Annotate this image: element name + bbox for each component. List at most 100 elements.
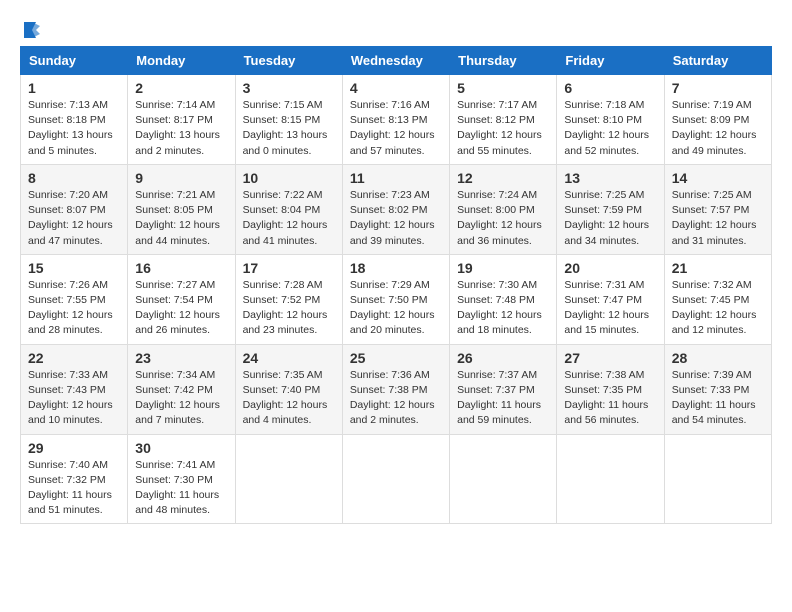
calendar-cell: 14 Sunrise: 7:25 AMSunset: 7:57 PMDayligh… [664,164,771,254]
day-info: Sunrise: 7:14 AMSunset: 8:17 PMDaylight:… [135,98,227,159]
day-info: Sunrise: 7:13 AMSunset: 8:18 PMDaylight:… [28,98,120,159]
calendar-header-sunday: Sunday [21,47,128,75]
day-number: 17 [243,260,335,276]
calendar-cell: 12Sunrise: 7:24 AMSunset: 8:00 PMDayligh… [450,164,557,254]
calendar-cell: 28 Sunrise: 7:39 AMSunset: 7:33 PMDayligh… [664,344,771,434]
calendar-week-row: 8 Sunrise: 7:20 AMSunset: 8:07 PMDaylight… [21,164,772,254]
calendar-cell: 13 Sunrise: 7:25 AMSunset: 7:59 PMDayligh… [557,164,664,254]
calendar-cell [235,434,342,524]
day-info: Sunrise: 7:39 AMSunset: 7:33 PMDaylight:… [672,368,764,429]
day-info: Sunrise: 7:20 AMSunset: 8:07 PMDaylight:… [28,188,120,249]
day-info: Sunrise: 7:30 AMSunset: 7:48 PMDaylight:… [457,278,549,339]
calendar-cell: 25 Sunrise: 7:36 AMSunset: 7:38 PMDayligh… [342,344,449,434]
day-number: 25 [350,350,442,366]
calendar-week-row: 29Sunrise: 7:40 AMSunset: 7:32 PMDayligh… [21,434,772,524]
calendar-cell: 23 Sunrise: 7:34 AMSunset: 7:42 PMDayligh… [128,344,235,434]
day-number: 14 [672,170,764,186]
calendar-header-wednesday: Wednesday [342,47,449,75]
calendar-cell: 16 Sunrise: 7:27 AMSunset: 7:54 PMDayligh… [128,254,235,344]
day-info: Sunrise: 7:38 AMSunset: 7:35 PMDaylight:… [564,368,656,429]
day-info: Sunrise: 7:27 AMSunset: 7:54 PMDaylight:… [135,278,227,339]
day-number: 13 [564,170,656,186]
day-info: Sunrise: 7:40 AMSunset: 7:32 PMDaylight:… [28,458,120,519]
calendar-cell: 27 Sunrise: 7:38 AMSunset: 7:35 PMDayligh… [557,344,664,434]
day-number: 6 [564,80,656,96]
day-number: 23 [135,350,227,366]
day-info: Sunrise: 7:16 AMSunset: 8:13 PMDaylight:… [350,98,442,159]
calendar-cell: 9Sunrise: 7:21 AMSunset: 8:05 PMDaylight… [128,164,235,254]
day-info: Sunrise: 7:23 AMSunset: 8:02 PMDaylight:… [350,188,442,249]
day-info: Sunrise: 7:25 AMSunset: 7:59 PMDaylight:… [564,188,656,249]
day-info: Sunrise: 7:22 AMSunset: 8:04 PMDaylight:… [243,188,335,249]
calendar-cell: 20Sunrise: 7:31 AMSunset: 7:47 PMDayligh… [557,254,664,344]
calendar-cell [450,434,557,524]
calendar-cell: 8 Sunrise: 7:20 AMSunset: 8:07 PMDaylight… [21,164,128,254]
day-number: 18 [350,260,442,276]
calendar-cell: 10Sunrise: 7:22 AMSunset: 8:04 PMDayligh… [235,164,342,254]
calendar-cell: 21 Sunrise: 7:32 AMSunset: 7:45 PMDayligh… [664,254,771,344]
calendar-cell: 17 Sunrise: 7:28 AMSunset: 7:52 PMDayligh… [235,254,342,344]
day-number: 26 [457,350,549,366]
day-info: Sunrise: 7:29 AMSunset: 7:50 PMDaylight:… [350,278,442,339]
calendar-body: 1 Sunrise: 7:13 AMSunset: 8:18 PMDaylight… [21,75,772,524]
calendar-week-row: 15 Sunrise: 7:26 AMSunset: 7:55 PMDayligh… [21,254,772,344]
day-number: 19 [457,260,549,276]
day-info: Sunrise: 7:25 AMSunset: 7:57 PMDaylight:… [672,188,764,249]
day-number: 8 [28,170,120,186]
calendar-table: SundayMondayTuesdayWednesdayThursdayFrid… [20,46,772,524]
day-number: 1 [28,80,120,96]
day-number: 12 [457,170,549,186]
calendar-cell: 24 Sunrise: 7:35 AMSunset: 7:40 PMDayligh… [235,344,342,434]
calendar-cell: 3 Sunrise: 7:15 AMSunset: 8:15 PMDaylight… [235,75,342,165]
calendar-header-monday: Monday [128,47,235,75]
day-info: Sunrise: 7:28 AMSunset: 7:52 PMDaylight:… [243,278,335,339]
day-number: 21 [672,260,764,276]
day-number: 7 [672,80,764,96]
calendar-header-friday: Friday [557,47,664,75]
calendar-cell: 5 Sunrise: 7:17 AMSunset: 8:12 PMDaylight… [450,75,557,165]
day-info: Sunrise: 7:34 AMSunset: 7:42 PMDaylight:… [135,368,227,429]
day-number: 5 [457,80,549,96]
day-number: 4 [350,80,442,96]
day-info: Sunrise: 7:35 AMSunset: 7:40 PMDaylight:… [243,368,335,429]
calendar-cell: 29Sunrise: 7:40 AMSunset: 7:32 PMDayligh… [21,434,128,524]
day-number: 2 [135,80,227,96]
day-number: 9 [135,170,227,186]
logo [20,20,42,36]
calendar-cell: 15 Sunrise: 7:26 AMSunset: 7:55 PMDayligh… [21,254,128,344]
calendar-header-thursday: Thursday [450,47,557,75]
day-number: 15 [28,260,120,276]
calendar-cell: 30 Sunrise: 7:41 AMSunset: 7:30 PMDayligh… [128,434,235,524]
calendar-cell: 4 Sunrise: 7:16 AMSunset: 8:13 PMDaylight… [342,75,449,165]
day-info: Sunrise: 7:19 AMSunset: 8:09 PMDaylight:… [672,98,764,159]
day-info: Sunrise: 7:18 AMSunset: 8:10 PMDaylight:… [564,98,656,159]
calendar-week-row: 22Sunrise: 7:33 AMSunset: 7:43 PMDayligh… [21,344,772,434]
day-info: Sunrise: 7:36 AMSunset: 7:38 PMDaylight:… [350,368,442,429]
calendar-header-saturday: Saturday [664,47,771,75]
day-number: 28 [672,350,764,366]
calendar-cell [557,434,664,524]
calendar-cell: 6 Sunrise: 7:18 AMSunset: 8:10 PMDaylight… [557,75,664,165]
calendar-cell: 22Sunrise: 7:33 AMSunset: 7:43 PMDayligh… [21,344,128,434]
day-info: Sunrise: 7:33 AMSunset: 7:43 PMDaylight:… [28,368,120,429]
day-number: 11 [350,170,442,186]
calendar-week-row: 1 Sunrise: 7:13 AMSunset: 8:18 PMDaylight… [21,75,772,165]
page-header [20,20,772,36]
calendar-cell: 1 Sunrise: 7:13 AMSunset: 8:18 PMDaylight… [21,75,128,165]
day-info: Sunrise: 7:41 AMSunset: 7:30 PMDaylight:… [135,458,227,519]
day-number: 30 [135,440,227,456]
day-info: Sunrise: 7:26 AMSunset: 7:55 PMDaylight:… [28,278,120,339]
calendar-header-tuesday: Tuesday [235,47,342,75]
day-info: Sunrise: 7:32 AMSunset: 7:45 PMDaylight:… [672,278,764,339]
day-info: Sunrise: 7:15 AMSunset: 8:15 PMDaylight:… [243,98,335,159]
day-number: 24 [243,350,335,366]
logo-flag-icon [22,20,42,40]
day-info: Sunrise: 7:17 AMSunset: 8:12 PMDaylight:… [457,98,549,159]
day-number: 16 [135,260,227,276]
day-number: 20 [564,260,656,276]
calendar-header-row: SundayMondayTuesdayWednesdayThursdayFrid… [21,47,772,75]
day-number: 27 [564,350,656,366]
day-info: Sunrise: 7:37 AMSunset: 7:37 PMDaylight:… [457,368,549,429]
day-number: 3 [243,80,335,96]
calendar-cell: 7 Sunrise: 7:19 AMSunset: 8:09 PMDaylight… [664,75,771,165]
